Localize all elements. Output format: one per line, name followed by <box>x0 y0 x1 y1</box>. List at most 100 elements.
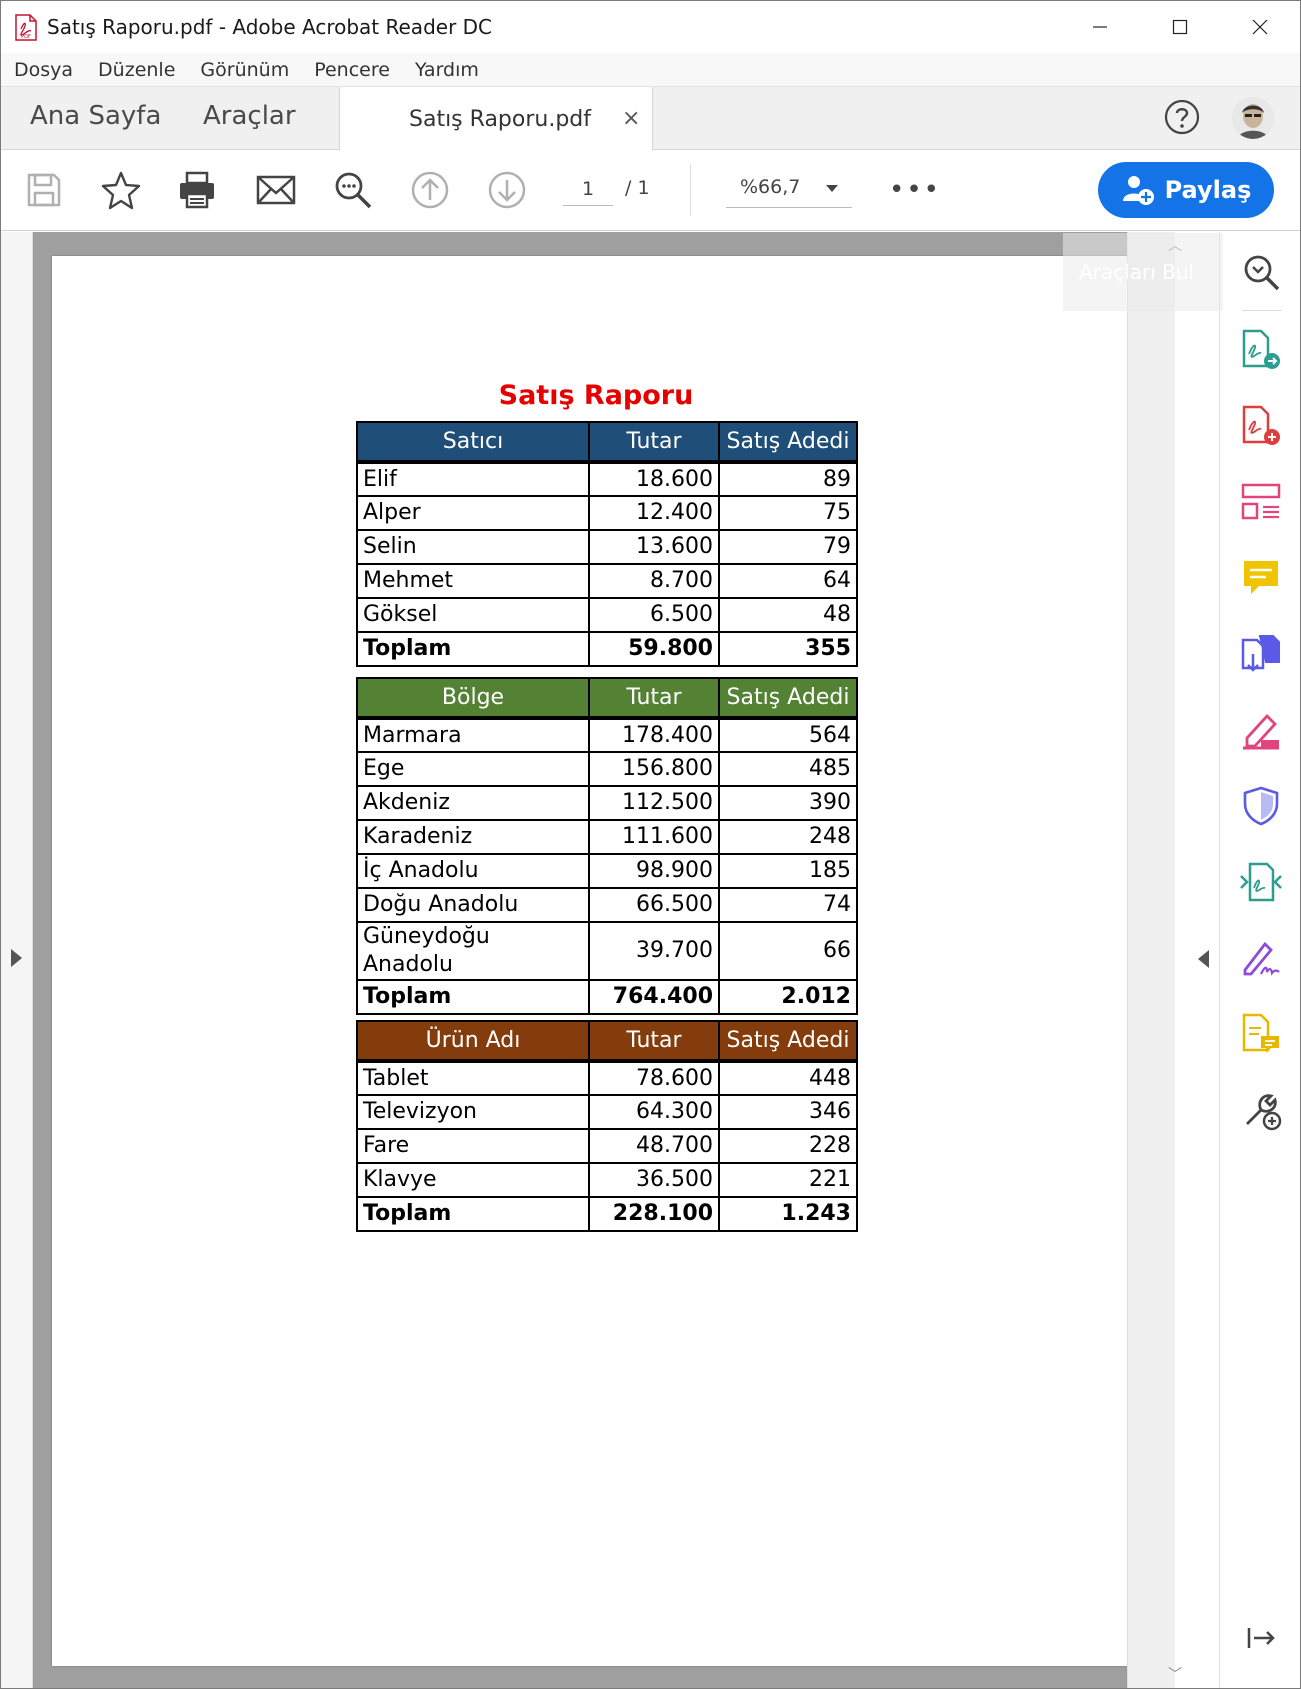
pdf-page: Satış Raporu Satıcı Tutar Satış Adedi El… <box>52 256 1140 1666</box>
region-cell: Karadeniz <box>356 819 590 855</box>
zoom-dropdown[interactable]: %66,7 <box>726 172 852 208</box>
save-button[interactable] <box>22 168 66 212</box>
request-signature-tool[interactable] <box>1239 936 1283 980</box>
tab-document[interactable]: Satış Raporu.pdf × <box>339 87 653 151</box>
collapse-right-icon[interactable] <box>1198 950 1209 968</box>
menu-duzenle[interactable]: Düzenle <box>98 59 175 81</box>
comment-tool[interactable] <box>1239 556 1283 600</box>
fill-sign-tool[interactable] <box>1239 708 1283 752</box>
amount-cell: 48.700 <box>588 1128 720 1164</box>
document-viewport[interactable]: Satış Raporu Satıcı Tutar Satış Adedi El… <box>33 232 1159 1688</box>
document-comment-icon <box>1242 1013 1279 1053</box>
find-tools-button[interactable] <box>1239 250 1283 294</box>
left-panel-toggle[interactable] <box>1 232 33 1688</box>
email-button[interactable] <box>254 168 298 212</box>
menu-pencere[interactable]: Pencere <box>314 59 390 81</box>
expand-left-icon <box>11 949 22 967</box>
region-cell: Akdeniz <box>356 785 590 821</box>
edit-layout-icon <box>1241 483 1281 520</box>
add-person-icon <box>1122 176 1154 205</box>
total-row: Toplam 764.400 2.012 <box>356 979 858 1015</box>
quantity-cell: 89 <box>718 461 858 497</box>
send-for-comments-tool[interactable] <box>1239 1012 1283 1056</box>
total-quantity: 355 <box>718 631 858 667</box>
minimize-icon <box>1093 26 1107 28</box>
product-header: Ürün Adı <box>356 1020 590 1063</box>
optimize-pdf-tool[interactable] <box>1239 860 1283 904</box>
table-row: Marmara 178.400 564 <box>356 717 858 753</box>
table-row: İç Anadolu 98.900 185 <box>356 853 858 889</box>
total-quantity: 1.243 <box>718 1196 858 1232</box>
toolbar-divider <box>690 164 691 216</box>
arrow-up-circle-icon <box>411 171 449 209</box>
share-button[interactable]: Paylaş <box>1098 162 1274 218</box>
create-pdf-tool[interactable] <box>1239 404 1283 448</box>
bookmark-star-button[interactable] <box>99 168 143 212</box>
table-row: Mehmet 8.700 64 <box>356 563 858 599</box>
user-photo-icon <box>1232 97 1274 139</box>
amount-cell: 36.500 <box>588 1162 720 1198</box>
seller-header: Satıcı <box>356 421 590 464</box>
quantity-cell: 75 <box>718 495 858 531</box>
amount-header: Tutar <box>588 677 720 720</box>
maximize-button[interactable] <box>1140 1 1220 53</box>
amount-cell: 156.800 <box>588 751 720 787</box>
print-button[interactable] <box>175 168 219 212</box>
combine-files-tool[interactable] <box>1239 632 1283 676</box>
avatar[interactable] <box>1232 97 1274 139</box>
table-row: Tablet 78.600 448 <box>356 1060 858 1096</box>
page-number-input[interactable] <box>563 172 613 206</box>
total-amount: 59.800 <box>588 631 720 667</box>
find-tools-tooltip: Araçları Bul <box>1063 233 1223 311</box>
toolbar: / 1 %66,7 ••• Paylaş <box>1 150 1300 231</box>
tab-tools[interactable]: Araçlar <box>203 101 296 131</box>
collapse-pane-button[interactable] <box>1239 1616 1283 1660</box>
protect-tool[interactable] <box>1239 784 1283 828</box>
menu-yardim[interactable]: Yardım <box>415 59 479 81</box>
tab-home[interactable]: Ana Sayfa <box>30 101 161 131</box>
scroll-down-icon[interactable]: ﹀ <box>1168 1664 1182 1684</box>
minimize-button[interactable] <box>1060 1 1140 53</box>
collapse-right-pane-icon <box>1247 1628 1275 1648</box>
search-icon <box>335 172 372 209</box>
quantity-cell: 66 <box>718 921 858 981</box>
menu-bar: Dosya Düzenle Görünüm Pencere Yardım <box>1 53 1300 87</box>
export-pdf-tool[interactable] <box>1239 328 1283 372</box>
close-window-button[interactable] <box>1220 1 1300 53</box>
quantity-cell: 221 <box>718 1162 858 1198</box>
amount-cell: 18.600 <box>588 461 720 497</box>
save-icon <box>27 173 61 207</box>
quantity-cell: 248 <box>718 819 858 855</box>
quantity-cell: 390 <box>718 785 858 821</box>
menu-dosya[interactable]: Dosya <box>14 59 73 81</box>
quantity-header: Satış Adedi <box>718 421 858 464</box>
table-row: Selin 13.600 79 <box>356 529 858 565</box>
pdf-file-icon: PDF <box>15 14 37 41</box>
seller-cell: Alper <box>356 495 590 531</box>
amount-cell: 64.300 <box>588 1094 720 1130</box>
quantity-cell: 74 <box>718 887 858 923</box>
help-icon[interactable] <box>1163 98 1201 136</box>
shield-icon <box>1243 786 1279 826</box>
compress-pdf-icon <box>1240 862 1282 902</box>
menu-gorunum[interactable]: Görünüm <box>200 59 289 81</box>
more-tools-button[interactable]: ••• <box>889 177 941 203</box>
region-cell: Marmara <box>356 717 590 753</box>
close-tab-icon[interactable]: × <box>622 106 640 131</box>
amount-header: Tutar <box>588 421 720 464</box>
product-cell: Tablet <box>356 1060 590 1096</box>
create-pdf-icon <box>1242 405 1280 445</box>
quantity-header: Satış Adedi <box>718 677 858 720</box>
table-row: Karadeniz 111.600 248 <box>356 819 858 855</box>
seller-cell: Selin <box>356 529 590 565</box>
table-row: Ege 156.800 485 <box>356 751 858 787</box>
export-pdf-icon <box>1242 329 1280 369</box>
edit-pdf-tool[interactable] <box>1239 480 1283 524</box>
amount-cell: 12.400 <box>588 495 720 531</box>
previous-page-button[interactable] <box>408 168 452 212</box>
pane-divider <box>1242 310 1282 311</box>
vertical-scrollbar[interactable] <box>1127 232 1175 1688</box>
next-page-button[interactable] <box>485 168 529 212</box>
more-tools-button-pane[interactable] <box>1239 1088 1283 1132</box>
find-text-button[interactable] <box>331 168 375 212</box>
